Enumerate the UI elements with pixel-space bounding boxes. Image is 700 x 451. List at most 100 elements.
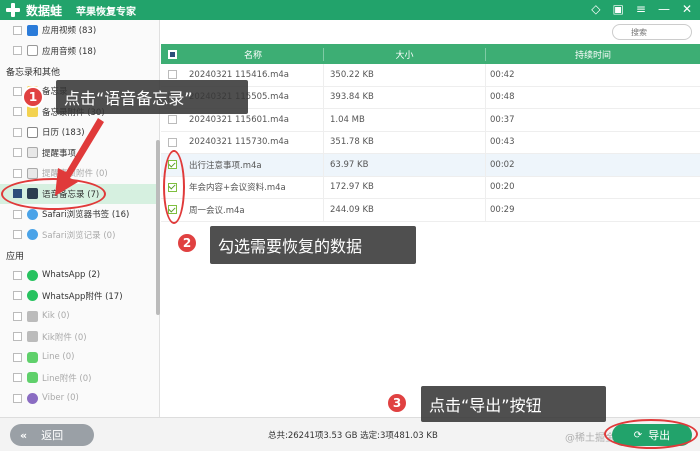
callout-step1: 点击“语音备忘录” (56, 80, 248, 114)
line-icon (27, 372, 38, 384)
sidebar-item-kik[interactable]: Kik (0) (0, 306, 159, 327)
sidebar-checkbox[interactable] (13, 209, 22, 219)
sidebar-item-kik-attachments[interactable]: Kik附件 (0) (0, 327, 159, 348)
column-header-size[interactable]: 大小 (324, 47, 486, 61)
double-chevron-left-icon: « (20, 428, 28, 442)
safari-icon (27, 229, 38, 241)
music-icon (27, 45, 38, 57)
kik-icon (27, 331, 38, 343)
table-header: 名称 大小 持续时间 (161, 44, 700, 64)
step-badge-3: 3 (386, 392, 408, 414)
file-duration: 00:20 (490, 182, 515, 193)
file-size: 393.84 KB (324, 86, 486, 108)
sidebar-checkbox[interactable] (13, 270, 22, 280)
row-checkbox[interactable] (167, 70, 177, 80)
file-duration: 00:37 (490, 114, 515, 125)
callout-step3: 点击“导出”按钮 (421, 386, 606, 422)
sidebar-checkbox[interactable] (13, 127, 22, 137)
column-header-name[interactable]: 名称 (183, 47, 324, 61)
file-name: 年会内容+会议资料.m4a (183, 176, 324, 198)
sidebar-item-label: Kik (0) (42, 311, 70, 322)
file-duration: 00:48 (490, 92, 515, 103)
sidebar-checkbox[interactable] (13, 86, 22, 96)
sidebar-checkbox[interactable] (13, 393, 22, 403)
sidebar-item-label: Line附件 (0) (42, 373, 92, 384)
file-duration: 00:02 (490, 159, 515, 170)
gift-icon[interactable]: ▣ (613, 2, 624, 16)
sidebar-item-label: 应用音频 (18) (42, 46, 97, 57)
sidebar-item-whatsapp[interactable]: WhatsApp (2) (0, 265, 159, 286)
row-checkbox[interactable] (167, 115, 177, 125)
sidebar-item-label: Viber (0) (42, 393, 79, 404)
sidebar-checkbox[interactable] (13, 230, 22, 240)
sidebar-item-label: 提醒事项 (42, 148, 77, 159)
sidebar-item-app-video[interactable]: 应用视频 (83) (0, 20, 159, 41)
sidebar-item-app-audio[interactable]: 应用音频 (18) (0, 41, 159, 62)
file-duration: 00:43 (490, 137, 515, 148)
video-icon (27, 24, 38, 36)
menu-icon[interactable]: ≡ (636, 2, 646, 16)
group-title-memo: 备忘录和其他 (6, 68, 61, 78)
callout-text: 点击“导出”按钮 (429, 396, 542, 415)
sidebar-checkbox[interactable] (13, 373, 22, 383)
highlight-ring-voice-memos (1, 178, 106, 210)
sidebar-item-label: 日历 (183) (42, 128, 85, 139)
sidebar-item-line[interactable]: Line (0) (0, 347, 159, 368)
file-size: 244.09 KB (324, 199, 486, 221)
kik-icon (27, 310, 38, 322)
sidebar-item-label: WhatsApp (2) (42, 270, 101, 281)
sidebar-item-reminders[interactable]: 提醒事项 (0, 143, 159, 164)
sidebar-checkbox[interactable] (13, 168, 22, 178)
logo-plus-icon (6, 3, 20, 17)
search-input[interactable] (612, 24, 692, 40)
viber-icon (27, 392, 38, 404)
whatsapp-icon (27, 290, 38, 302)
sidebar-item-line-attachments[interactable]: Line附件 (0) (0, 368, 159, 389)
sidebar-checkbox[interactable] (13, 311, 22, 321)
sidebar-item-label: 应用视频 (83) (42, 26, 97, 37)
sidebar-checkbox[interactable] (13, 332, 22, 342)
sidebar-scrollbar[interactable] (156, 140, 160, 315)
reminder-icon (27, 147, 38, 159)
sidebar-checkbox[interactable] (13, 107, 22, 117)
file-size: 350.22 KB (324, 64, 486, 86)
minimize-icon[interactable]: — (658, 2, 670, 16)
file-duration: 00:29 (490, 204, 515, 215)
sidebar-item-label: Kik附件 (0) (42, 332, 87, 343)
sidebar-checkbox[interactable] (13, 291, 22, 301)
safari-icon (27, 208, 38, 220)
column-header-duration[interactable]: 持续时间 (486, 48, 700, 61)
sidebar-checkbox[interactable] (13, 25, 22, 35)
table-row[interactable]: 年会内容+会议资料.m4a 172.97 KB 00:20 (161, 176, 700, 199)
sidebar-checkbox[interactable] (13, 46, 22, 56)
callout-text: 点击“语音备忘录” (64, 89, 193, 108)
file-name: 出行注意事项.m4a (183, 154, 324, 176)
sidebar-item-safari-history[interactable]: Safari浏览记录 (0) (0, 225, 159, 246)
title-bar: 数据蛙 苹果恢复专家 ◇ ▣ ≡ — ✕ (0, 0, 700, 20)
search-bar (161, 20, 700, 44)
back-button[interactable]: « 返回 (10, 424, 94, 446)
table-row[interactable]: 出行注意事项.m4a 63.97 KB 00:02 (161, 154, 700, 177)
diamond-icon[interactable]: ◇ (591, 2, 600, 16)
file-size: 63.97 KB (324, 154, 486, 176)
select-all-checkbox[interactable] (167, 49, 177, 59)
file-duration: 00:42 (490, 69, 515, 80)
line-icon (27, 351, 38, 363)
sidebar-item-viber[interactable]: Viber (0) (0, 388, 159, 409)
app-name: 数据蛙 (26, 3, 63, 18)
close-icon[interactable]: ✕ (682, 2, 692, 16)
file-name: 周一会议.m4a (183, 199, 324, 221)
sidebar-item-whatsapp-attachments[interactable]: WhatsApp附件 (17) (0, 286, 159, 307)
file-name: 20240321 115730.m4a (183, 131, 324, 153)
highlight-ring-export (604, 419, 698, 449)
sidebar-item-calendar[interactable]: 日历 (183) (0, 122, 159, 143)
step-badge-1: 1 (22, 86, 44, 108)
table-row[interactable]: 周一会议.m4a 244.09 KB 00:29 (161, 199, 700, 222)
whatsapp-icon (27, 269, 38, 281)
sidebar-checkbox[interactable] (13, 352, 22, 362)
row-checkbox[interactable] (167, 137, 177, 147)
callout-text: 勾选需要恢复的数据 (218, 237, 363, 256)
app-subtitle: 苹果恢复专家 (76, 6, 137, 18)
sidebar-checkbox[interactable] (13, 148, 22, 158)
table-row[interactable]: 20240321 115730.m4a 351.78 KB 00:43 (161, 131, 700, 154)
